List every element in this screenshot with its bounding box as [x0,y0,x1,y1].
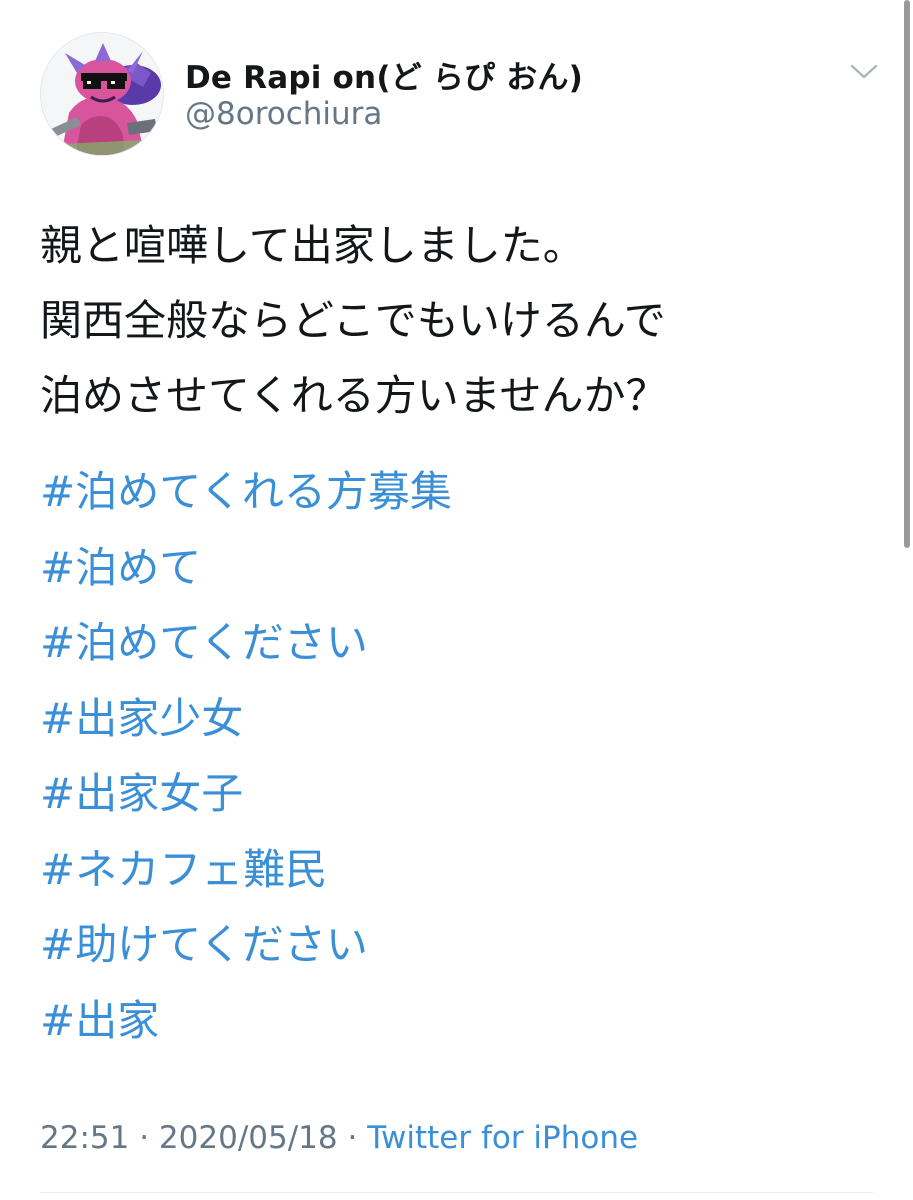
hashtag-link[interactable]: #出家少女 [40,681,880,757]
hashtag-link[interactable]: #泊めて [40,530,880,606]
tweet-line: 泊めさせてくれる方いませんか？ [40,371,668,420]
hashtag-link[interactable]: #泊めてくれる方募集 [40,454,880,530]
meta-separator: · [139,1120,150,1156]
tweet-meta: 22:51 · 2020/05/18 · Twitter for iPhone [40,1120,638,1156]
display-name[interactable]: De Rapi on(ど らぴ おん) [185,52,583,97]
avatar-image [41,33,163,155]
tweet-line: 親と喧嘩して出家しました。 [40,221,585,270]
tweet-source-link[interactable]: Twitter for iPhone [367,1120,638,1156]
tweet-date: 2020/05/18 [158,1120,338,1156]
avatar[interactable] [40,32,164,156]
tweet: De Rapi on(ど らぴ おん) @8orochiura 親と喧嘩して出家… [0,0,913,1200]
divider [40,1192,873,1193]
tweet-text: 親と喧嘩して出家しました。 関西全般ならどこでもいけるんで 泊めさせてくれる方い… [40,208,880,433]
hashtag-link[interactable]: #助けてください [40,907,880,983]
hashtag-list: #泊めてくれる方募集 #泊めて #泊めてください #出家少女 #出家女子 #ネカ… [40,454,880,1058]
chevron-down-icon[interactable] [848,58,880,84]
hashtag-link[interactable]: #泊めてください [40,605,880,681]
scrollbar[interactable] [904,0,910,548]
hashtag-link[interactable]: #ネカフェ難民 [40,832,880,908]
tweet-line: 関西全般ならどこでもいけるんで [40,296,666,345]
hashtag-link[interactable]: #出家女子 [40,756,880,832]
meta-separator: · [347,1120,358,1156]
hashtag-link[interactable]: #出家 [40,983,880,1059]
user-handle[interactable]: @8orochiura [185,96,382,132]
tweet-time: 22:51 [40,1120,130,1156]
